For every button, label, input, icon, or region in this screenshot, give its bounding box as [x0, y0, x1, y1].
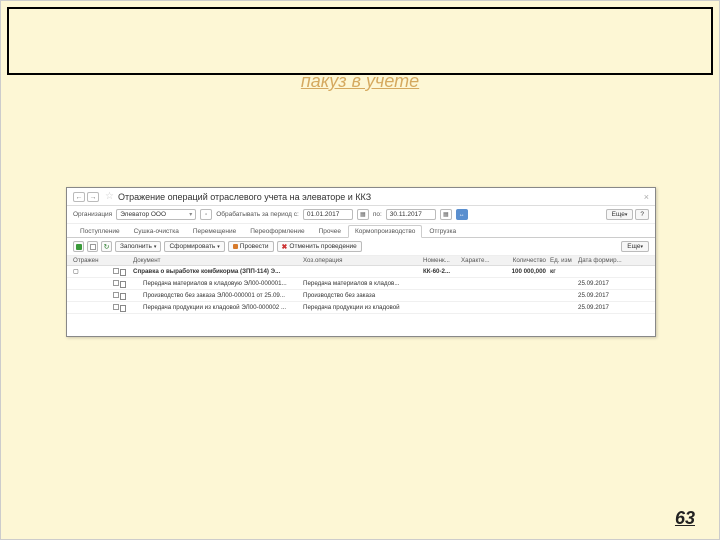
page-number: 63	[675, 508, 695, 529]
toolbar: ↻ Заполнить ▾ Сформировать ▾ Провести ✖О…	[67, 238, 655, 256]
cell-doc: Передача продукции из кладовой ЭЛ00-0000…	[133, 304, 303, 311]
fill-button[interactable]: Заполнить ▾	[115, 241, 161, 252]
post-button[interactable]: Провести	[228, 241, 274, 252]
cell-op: Производство без заказа	[303, 292, 423, 299]
back-button[interactable]: ←	[73, 192, 85, 202]
org-label: Организация	[73, 211, 112, 218]
document-icon	[120, 293, 126, 300]
window-title: Отражение операций отраслевого учета на …	[118, 192, 371, 202]
cancel-post-button[interactable]: ✖Отменить проведение	[277, 241, 362, 252]
row-checkbox[interactable]	[113, 304, 119, 310]
refresh-icon: ↻	[104, 243, 110, 251]
check-all-button[interactable]	[73, 241, 84, 252]
close-icon[interactable]: ×	[644, 192, 649, 202]
cell-doc: Справка о выработке комбикорма (ЗПП-114)…	[133, 268, 303, 275]
period-label: Обрабатывать за период с:	[216, 211, 299, 218]
table-row[interactable]: Передача продукции из кладовой ЭЛ00-0000…	[67, 302, 655, 314]
tab-kormoprod[interactable]: Кормопроизводство	[348, 225, 422, 238]
col-doc: Документ	[133, 257, 303, 264]
check-icon	[76, 244, 82, 250]
grid-body: ▢ Справка о выработке комбикорма (ЗПП-11…	[67, 266, 655, 314]
period-apply-button[interactable]: ↔	[456, 209, 468, 220]
cell-date: 25.09.2017	[578, 304, 628, 311]
org-field[interactable]: Элеватор ООО ▾	[116, 209, 196, 220]
cell-nom: КК-60-2...	[423, 268, 461, 275]
table-row[interactable]: Производство без заказа ЭЛ00-000001 от 2…	[67, 290, 655, 302]
uncheck-icon	[90, 244, 96, 250]
col-unit: Ед. изм	[550, 257, 578, 264]
table-row[interactable]: ▢ Справка о выработке комбикорма (ЗПП-11…	[67, 266, 655, 278]
uncheck-all-button[interactable]	[87, 241, 98, 252]
grid-header: Отражен Документ Хоз.операция Номенк... …	[67, 256, 655, 266]
more-button-1[interactable]: Еще ▾	[606, 209, 634, 220]
tab-sushka[interactable]: Сушка-очистка	[127, 225, 186, 238]
document-icon	[120, 305, 126, 312]
cell-date: 25.09.2017	[578, 280, 628, 287]
subtitle: пакуз в учете	[1, 71, 719, 92]
tab-otgruzka[interactable]: Отгрузка	[422, 225, 463, 238]
form-button[interactable]: Сформировать ▾	[164, 241, 224, 252]
col-qty: Количество	[495, 257, 550, 264]
more-button-2[interactable]: Еще ▾	[621, 241, 649, 252]
col-nom: Номенк...	[423, 257, 461, 264]
document-icon	[120, 269, 126, 276]
cell-doc: Производство без заказа ЭЛ00-000001 от 2…	[133, 292, 303, 299]
col-date: Дата формир...	[578, 257, 628, 264]
col-check	[113, 257, 133, 264]
calendar-to-icon[interactable]: ▦	[440, 209, 452, 220]
po-label: по:	[373, 211, 382, 218]
titlebar: ← → ☆ Отражение операций отраслевого уче…	[67, 188, 655, 206]
tab-pereoformlenie[interactable]: Переоформление	[243, 225, 311, 238]
col-op: Хоз.операция	[303, 257, 423, 264]
post-icon	[233, 244, 238, 249]
nav-buttons: ← →	[73, 192, 99, 202]
row-checkbox[interactable]	[113, 280, 119, 286]
header-banner	[7, 7, 713, 75]
date-to-field[interactable]: 30.11.2017	[386, 209, 436, 220]
favorite-icon[interactable]: ☆	[105, 191, 114, 202]
org-select-button[interactable]: ▫	[200, 209, 212, 220]
cell-date: 25.09.2017	[578, 292, 628, 299]
org-value: Элеватор ООО	[120, 211, 166, 218]
tabs: Поступление Сушка-очистка Перемещение Пе…	[67, 224, 655, 238]
col-flag: Отражен	[73, 257, 113, 264]
tab-prochee[interactable]: Прочее	[312, 225, 348, 238]
cell-op: Передача продукции из кладовой	[303, 304, 423, 311]
cell-doc: Передача материалов в кладовую ЭЛ00-0000…	[133, 280, 303, 287]
chevron-down-icon: ▾	[189, 211, 192, 218]
table-row[interactable]: Передача материалов в кладовую ЭЛ00-0000…	[67, 278, 655, 290]
date-from-field[interactable]: 01.01.2017	[303, 209, 353, 220]
cancel-icon: ✖	[282, 243, 288, 251]
calendar-from-icon[interactable]: ▦	[357, 209, 369, 220]
row-checkbox[interactable]	[113, 268, 119, 274]
col-char: Характе...	[461, 257, 495, 264]
forward-button[interactable]: →	[87, 192, 99, 202]
refresh-button[interactable]: ↻	[101, 241, 112, 252]
tab-postuplenie[interactable]: Поступление	[73, 225, 127, 238]
tab-peremeshenie[interactable]: Перемещение	[186, 225, 243, 238]
filter-row: Организация Элеватор ООО ▾ ▫ Обрабатыват…	[67, 206, 655, 224]
row-checkbox[interactable]	[113, 292, 119, 298]
cell-op: Передача материалов в кладов...	[303, 280, 423, 287]
app-window: ← → ☆ Отражение операций отраслевого уче…	[66, 187, 656, 337]
cell-unit: кг	[550, 268, 578, 275]
document-icon	[120, 281, 126, 288]
help-button[interactable]: ?	[635, 209, 649, 220]
cell-qty: 100 000,000	[495, 268, 550, 275]
